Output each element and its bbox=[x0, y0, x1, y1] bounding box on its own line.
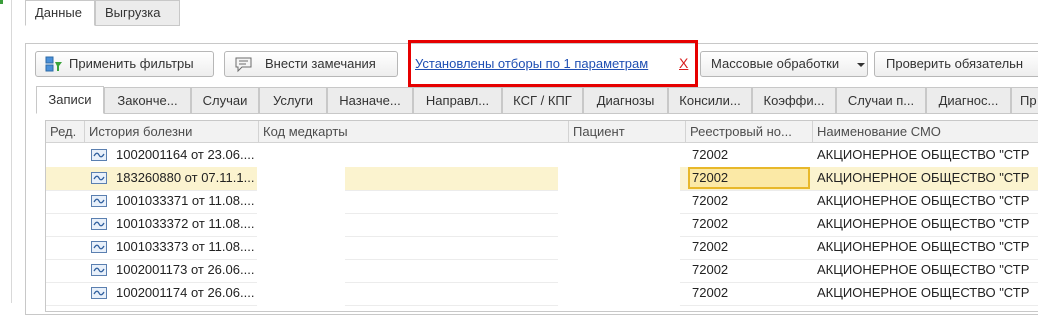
smo-cell: АКЦИОНЕРНОЕ ОБЩЕСТВО "СТР bbox=[817, 239, 1030, 254]
column-edit[interactable]: Ред. bbox=[46, 121, 85, 142]
record-icon bbox=[91, 172, 107, 184]
record-icon bbox=[91, 195, 107, 207]
left-divider bbox=[11, 0, 12, 303]
apply-filters-label: Применить фильтры bbox=[69, 56, 194, 71]
tab-diagnoses-2[interactable]: Диагнос... bbox=[926, 87, 1011, 114]
registry-cell: 72002 bbox=[692, 147, 729, 162]
record-icon bbox=[91, 264, 107, 276]
records-table[interactable]: Ред. История болезни Код медкарты Пациен… bbox=[45, 120, 1038, 312]
check-required-label: Проверить обязательн bbox=[886, 56, 1024, 71]
redacted-patients bbox=[558, 146, 680, 311]
record-icon bbox=[91, 241, 107, 253]
tab-ksg[interactable]: КСГ / КПГ bbox=[502, 87, 583, 114]
history-cell: 1001033372 от 11.08.... bbox=[116, 216, 255, 231]
add-remarks-button[interactable]: Внести замечания bbox=[224, 51, 398, 77]
column-patient[interactable]: Пациент bbox=[569, 121, 686, 142]
filter-status-link[interactable]: Установлены отборы по 1 параметрам bbox=[415, 56, 648, 71]
smo-cell: АКЦИОНЕРНОЕ ОБЩЕСТВО "СТР bbox=[817, 216, 1030, 231]
apply-filters-button[interactable]: Применить фильтры bbox=[35, 51, 214, 77]
tab-diagnoses[interactable]: Диагнозы bbox=[583, 87, 668, 114]
tab-more[interactable]: Пр bbox=[1011, 87, 1038, 114]
tab-export[interactable]: Выгрузка bbox=[95, 0, 180, 26]
record-icon bbox=[91, 287, 107, 299]
table-row[interactable]: 1001033373 от 11.08.... 72002 АКЦИОНЕРНО… bbox=[46, 236, 1038, 260]
chevron-down-icon bbox=[853, 52, 865, 76]
column-smo[interactable]: Наименование СМО bbox=[813, 121, 1038, 142]
tab-cases-p[interactable]: Случаи п... bbox=[836, 87, 926, 114]
tab-prescriptions[interactable]: Назначе... bbox=[327, 87, 413, 114]
history-cell: 183260880 от 07.11.1... bbox=[116, 170, 255, 185]
record-icon bbox=[91, 218, 107, 230]
record-icon bbox=[91, 149, 107, 161]
tab-referrals[interactable]: Направл... bbox=[413, 87, 502, 114]
tab-completed[interactable]: Законче... bbox=[104, 87, 191, 114]
window-accent bbox=[0, 0, 3, 4]
filter-apply-icon bbox=[45, 56, 63, 72]
mass-processing-label: Массовые обработки bbox=[711, 56, 840, 71]
smo-cell: АКЦИОНЕРНОЕ ОБЩЕСТВО "СТР bbox=[817, 262, 1030, 277]
table-header: Ред. История болезни Код медкарты Пациен… bbox=[46, 121, 1038, 143]
tab-services[interactable]: Услуги bbox=[259, 87, 327, 114]
clear-filter-button[interactable]: Х bbox=[679, 55, 688, 71]
history-cell: 1002001164 от 23.06.... bbox=[116, 147, 255, 162]
check-required-button[interactable]: Проверить обязательн bbox=[874, 51, 1038, 77]
column-history[interactable]: История болезни bbox=[85, 121, 259, 142]
column-registry[interactable]: Реестровый но... bbox=[686, 121, 813, 142]
tab-records[interactable]: Записи bbox=[36, 86, 104, 114]
registry-cell: 72002 bbox=[692, 170, 729, 185]
table-row[interactable]: 1002001164 от 23.06.... 72002 АКЦИОНЕРНО… bbox=[46, 144, 1038, 168]
tab-coefficients[interactable]: Коэффи... bbox=[752, 87, 836, 114]
column-card-code[interactable]: Код медкарты bbox=[259, 121, 569, 142]
registry-cell: 72002 bbox=[692, 216, 729, 231]
add-remarks-label: Внести замечания bbox=[265, 56, 376, 71]
table-row[interactable]: 1001033371 от 11.08.... 72002 АКЦИОНЕРНО… bbox=[46, 190, 1038, 214]
table-row[interactable]: 1002001173 от 26.06.... 72002 АКЦИОНЕРНО… bbox=[46, 259, 1038, 283]
smo-cell: АКЦИОНЕРНОЕ ОБЩЕСТВО "СТР bbox=[817, 170, 1030, 185]
registry-cell: 72002 bbox=[692, 285, 729, 300]
comment-icon bbox=[234, 56, 252, 73]
tab-data[interactable]: Данные bbox=[25, 0, 95, 26]
smo-cell: АКЦИОНЕРНОЕ ОБЩЕСТВО "СТР bbox=[817, 285, 1030, 300]
history-cell: 1001033373 от 11.08.... bbox=[116, 239, 255, 254]
history-cell: 1002001174 от 26.06.... bbox=[116, 285, 255, 300]
table-row[interactable]: 1001033372 от 11.08.... 72002 АКЦИОНЕРНО… bbox=[46, 213, 1038, 237]
registry-cell: 72002 bbox=[692, 262, 729, 277]
history-cell: 1001033371 от 11.08.... bbox=[116, 193, 255, 208]
registry-cell: 72002 bbox=[692, 239, 729, 254]
table-row[interactable]: 1002001174 от 26.06.... 72002 АКЦИОНЕРНО… bbox=[46, 282, 1038, 306]
table-row-selected[interactable]: 183260880 от 07.11.1... 72002 АКЦИОНЕРНО… bbox=[46, 167, 1038, 191]
history-cell: 1002001173 от 26.06.... bbox=[116, 262, 255, 277]
tab-cases[interactable]: Случаи bbox=[191, 87, 259, 114]
mass-processing-menu[interactable]: Массовые обработки bbox=[700, 51, 868, 77]
smo-cell: АКЦИОНЕРНОЕ ОБЩЕСТВО "СТР bbox=[817, 193, 1030, 208]
tab-consilium[interactable]: Консили... bbox=[668, 87, 752, 114]
redacted-card-codes bbox=[257, 146, 345, 311]
registry-cell: 72002 bbox=[692, 193, 729, 208]
smo-cell: АКЦИОНЕРНОЕ ОБЩЕСТВО "СТР bbox=[817, 147, 1030, 162]
